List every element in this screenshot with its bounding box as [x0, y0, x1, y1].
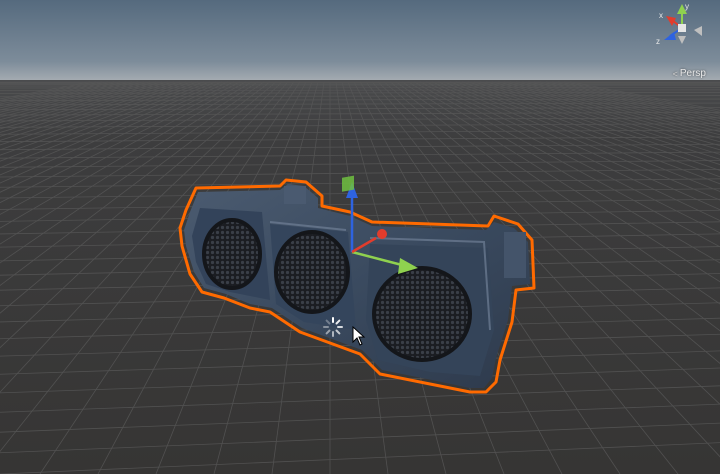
- gizmo-neg-y-cone[interactable]: [678, 36, 686, 44]
- move-z-arrow-head[interactable]: [377, 229, 387, 239]
- mount-bracket-top: [284, 186, 306, 204]
- gizmo-z-cone[interactable]: [664, 32, 676, 40]
- gizmo-y-label: y: [685, 2, 689, 11]
- sky: [0, 0, 720, 82]
- gizmo-neg-x-cone[interactable]: [694, 26, 702, 36]
- gizmo-z-label: z: [656, 37, 660, 46]
- scene-viewport[interactable]: y x z < Persp: [0, 0, 720, 474]
- lens-right: [372, 266, 472, 362]
- gizmo-center-cube[interactable]: [678, 24, 686, 32]
- scene-canvas[interactable]: [0, 0, 720, 474]
- lens-middle: [274, 230, 350, 314]
- mount-bracket-right: [504, 232, 526, 278]
- gizmo-x-label: x: [659, 11, 663, 20]
- projection-toggle[interactable]: < Persp: [673, 68, 706, 79]
- chevron-left-icon: <: [672, 68, 678, 79]
- loading-spinner-icon: [323, 317, 343, 337]
- pointer-cursor-icon: [352, 326, 366, 346]
- orientation-gizmo[interactable]: y x z: [652, 0, 712, 56]
- plane-handle-icon[interactable]: [342, 175, 354, 192]
- projection-label: Persp: [679, 68, 706, 79]
- gizmo-x-cone[interactable]: [666, 16, 676, 26]
- lens-left: [202, 218, 262, 290]
